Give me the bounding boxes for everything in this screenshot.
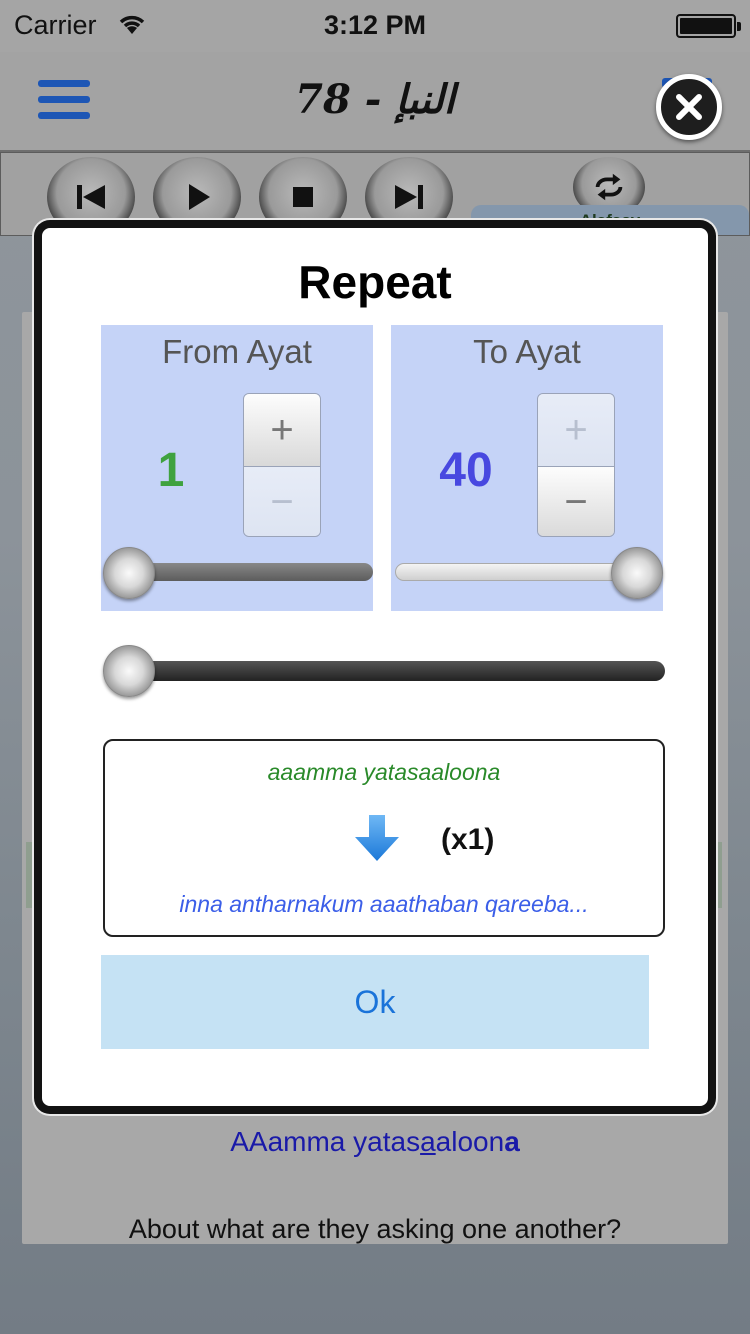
summary-from-ayah: aaamma yatasaaloona bbox=[267, 759, 501, 785]
status-time: 3:12 PM bbox=[323, 10, 427, 40]
from-ayat-panel: From Ayat 1 + − bbox=[101, 325, 373, 611]
repeat-count-slider-thumb[interactable] bbox=[103, 645, 155, 697]
from-increment-button[interactable]: + bbox=[244, 394, 320, 466]
to-ayat-label: To Ayat bbox=[473, 333, 581, 370]
dialog-title: Repeat bbox=[298, 256, 452, 308]
nav-bar: 78 - النبإ bbox=[0, 52, 750, 152]
from-ayat-slider-track[interactable] bbox=[141, 563, 373, 581]
ok-button[interactable]: Ok bbox=[101, 955, 649, 1049]
status-bar: Carrier 3:12 PM bbox=[0, 0, 750, 52]
to-increment-button[interactable]: + bbox=[538, 394, 614, 466]
skip-next-icon bbox=[395, 185, 423, 209]
skip-previous-icon bbox=[77, 185, 105, 209]
to-decrement-button[interactable]: − bbox=[538, 466, 614, 536]
to-ayat-stepper: + − bbox=[537, 393, 615, 537]
from-decrement-button[interactable]: − bbox=[244, 466, 320, 536]
ayah-translation: About what are they asking one another? bbox=[128, 1214, 622, 1244]
from-ayat-slider-thumb[interactable] bbox=[103, 547, 155, 599]
previous-button[interactable] bbox=[47, 157, 135, 237]
close-icon bbox=[676, 94, 702, 120]
repeat-summary: aaamma yatasaaloona (x1) inna antharnaku… bbox=[103, 739, 665, 937]
ayah-transliteration: AAamma yatasaaloona bbox=[230, 1126, 520, 1157]
repeat-icon bbox=[595, 173, 623, 201]
to-ayat-panel: To Ayat 40 + − bbox=[391, 325, 663, 611]
repeat-dialog: Repeat From Ayat 1 + − To Ayat 40 + − aa… bbox=[42, 228, 708, 1106]
battery-icon bbox=[676, 14, 741, 38]
to-ayat-value: 40 bbox=[439, 444, 493, 497]
stop-icon bbox=[293, 187, 313, 207]
to-ayat-slider-track[interactable] bbox=[395, 563, 631, 581]
play-icon bbox=[189, 184, 210, 210]
arrow-down-icon bbox=[355, 815, 399, 861]
from-ayat-label: From Ayat bbox=[162, 333, 312, 370]
next-button[interactable] bbox=[365, 157, 453, 237]
from-ayat-value: 1 bbox=[157, 444, 185, 497]
repeat-count-label: (x1) bbox=[441, 823, 495, 856]
player-bar: Alafasy bbox=[0, 152, 750, 237]
repeat-count-slider-track[interactable] bbox=[141, 661, 665, 681]
close-button[interactable] bbox=[656, 74, 722, 140]
summary-to-ayah: inna antharnakum aaathaban qareeba... bbox=[179, 891, 589, 917]
to-ayat-slider-thumb[interactable] bbox=[611, 547, 663, 599]
stop-button[interactable] bbox=[259, 157, 347, 237]
play-button[interactable] bbox=[153, 157, 241, 237]
from-ayat-stepper: + − bbox=[243, 393, 321, 537]
page-title: 78 - النبإ bbox=[295, 76, 455, 123]
